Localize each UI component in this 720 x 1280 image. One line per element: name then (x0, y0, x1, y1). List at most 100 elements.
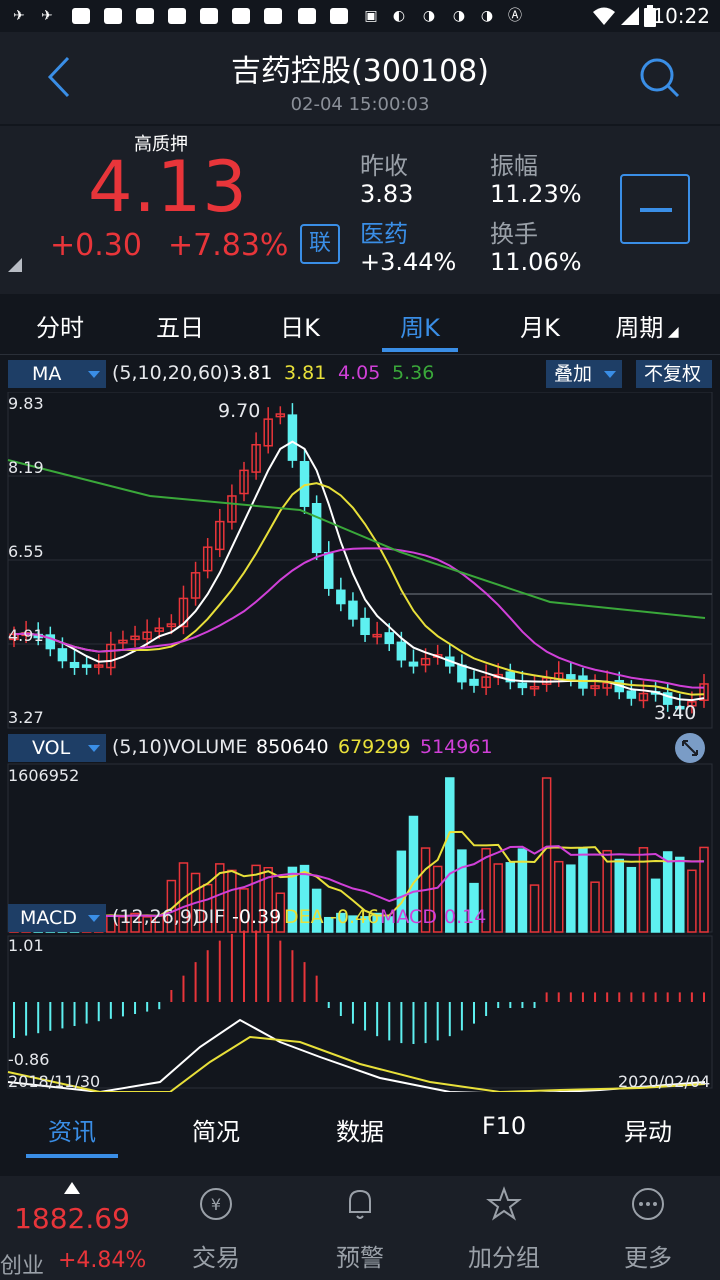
nav-more-label: 更多 (624, 1244, 672, 1272)
candle-body (287, 414, 298, 461)
volume-bar (614, 858, 625, 933)
candle-body (469, 678, 479, 686)
price-axis-bottom: 3.27 (8, 708, 44, 727)
volume-bar (626, 866, 637, 933)
tab-period-label: 周期 (615, 314, 664, 342)
vol-label: VOLUME (168, 736, 248, 758)
notification-icon (72, 8, 90, 24)
tab-monthly-k[interactable]: 月K (480, 308, 600, 343)
volume-bar (699, 846, 709, 933)
star-icon (486, 1186, 522, 1221)
active-tab-indicator (26, 1154, 118, 1158)
tab-anomaly[interactable]: 异动 (576, 1112, 720, 1147)
ma-selector[interactable]: MA (8, 360, 106, 388)
dea-line (7, 1035, 706, 1092)
dropdown-icon (88, 745, 100, 752)
triangle-up-icon (64, 1182, 80, 1194)
tab-overview[interactable]: 简况 (144, 1112, 288, 1147)
volume-bar (638, 847, 649, 933)
tab-news[interactable]: 资讯 (0, 1112, 144, 1147)
sector-change: +3.44% (360, 248, 457, 276)
app-icon: ◑ (452, 8, 466, 24)
candle-body (384, 632, 395, 645)
signal-icon (621, 7, 639, 25)
related-button[interactable]: 联 (300, 224, 340, 264)
ma5-value: 3.81 (230, 362, 273, 384)
app-icon: ◐ (392, 8, 406, 24)
quote-panel: 高质押 4.13 +0.30 +7.83% 联 昨收 3.83 医药 +3.44… (0, 126, 720, 294)
index-ticker[interactable]: 1882.69 创业 +4.84% (0, 1176, 147, 1280)
candle-body (336, 589, 346, 605)
search-icon[interactable] (638, 56, 682, 100)
wifi-icon (593, 7, 615, 25)
ma60-value: 5.36 (392, 362, 435, 384)
app-icon: Ⓐ (508, 8, 522, 24)
ma20-value: 4.05 (338, 362, 381, 384)
candle-body (396, 641, 407, 661)
notification-icon (264, 8, 282, 24)
tab-weekly-k[interactable]: 周K (360, 308, 480, 343)
vol-axis-max: 1606952 (8, 766, 80, 785)
macd-selector[interactable]: MACD (8, 904, 106, 932)
candle-body (348, 600, 358, 620)
expand-icon[interactable] (674, 732, 706, 764)
candle-body (360, 617, 370, 636)
price-axis-label: 6.55 (8, 542, 44, 561)
tab-daily-k[interactable]: 日K (240, 308, 360, 343)
info-tabs: 资讯 简况 数据 F10 异动 (0, 1096, 720, 1158)
volume-bar (566, 864, 576, 933)
minus-icon (640, 208, 672, 212)
notification-icon (168, 8, 186, 24)
status-bar: ✈ ✈ ▣ ◐ ◑ ◑ ◑ Ⓐ 10:22 (0, 0, 720, 32)
volume-bar (687, 869, 697, 933)
dropdown-icon (88, 915, 100, 922)
adjust-button[interactable]: 不复权 (636, 360, 712, 388)
macd-axis-max: 1.01 (8, 936, 44, 955)
index-change: +4.84% (58, 1248, 147, 1273)
volume-bar (662, 851, 673, 933)
nav-trade[interactable]: ¥ 交易 (144, 1176, 288, 1280)
candle-body (517, 682, 528, 689)
dif-label: DIF (194, 906, 226, 928)
tab-period[interactable]: 周期 ◢ (592, 308, 702, 343)
vol-ma5-value: 679299 (338, 736, 411, 758)
price-change-percent: +7.83% (168, 228, 289, 263)
nav-alert[interactable]: 预警 (288, 1176, 432, 1280)
prev-close-label: 昨收 (360, 152, 408, 180)
volume-bar (602, 849, 612, 933)
prev-close-value: 3.83 (360, 180, 414, 208)
notification-icon (200, 8, 218, 24)
nav-add-group[interactable]: 加分组 (432, 1176, 576, 1280)
nav-more[interactable]: 更多 (576, 1176, 720, 1280)
remove-watchlist-button[interactable] (620, 174, 690, 244)
triangle-up-icon: ◢ (663, 324, 679, 340)
tab-f10[interactable]: F10 (432, 1112, 576, 1140)
dropdown-icon (88, 371, 100, 378)
nav-trade-label: 交易 (192, 1244, 240, 1272)
app-icon: ◑ (480, 8, 494, 24)
candle-body (626, 690, 637, 699)
volume-bar (493, 863, 503, 933)
vol-selector[interactable]: VOL (8, 734, 106, 762)
price-axis-top: 9.83 (8, 394, 44, 413)
sector-link[interactable]: 医药 (360, 214, 408, 249)
ma-params: (5,10,20,60) (112, 362, 230, 384)
volume-bar (650, 878, 661, 933)
active-tab-indicator (382, 348, 458, 352)
tab-data[interactable]: 数据 (288, 1112, 432, 1147)
turnover-label: 换手 (490, 220, 538, 248)
notification-icon (330, 8, 348, 24)
tab-five-day[interactable]: 五日 (120, 308, 240, 343)
ma-selector-label: MA (32, 363, 62, 385)
vol-params: (5,10) (112, 736, 170, 758)
page-title: 吉药控股(300108) (231, 54, 489, 89)
notification-icon (136, 8, 154, 24)
volume-bar (578, 847, 588, 933)
panel-frame (7, 935, 713, 1089)
tab-intraday[interactable]: 分时 (0, 308, 120, 343)
app-icon: ◑ (422, 8, 436, 24)
notification-icon (104, 8, 122, 24)
bottom-nav: 1882.69 创业 +4.84% ¥ 交易 预警 加分组 更多 (0, 1176, 720, 1280)
overlay-selector[interactable]: 叠加 (546, 360, 622, 388)
last-price: 4.13 (88, 146, 248, 228)
